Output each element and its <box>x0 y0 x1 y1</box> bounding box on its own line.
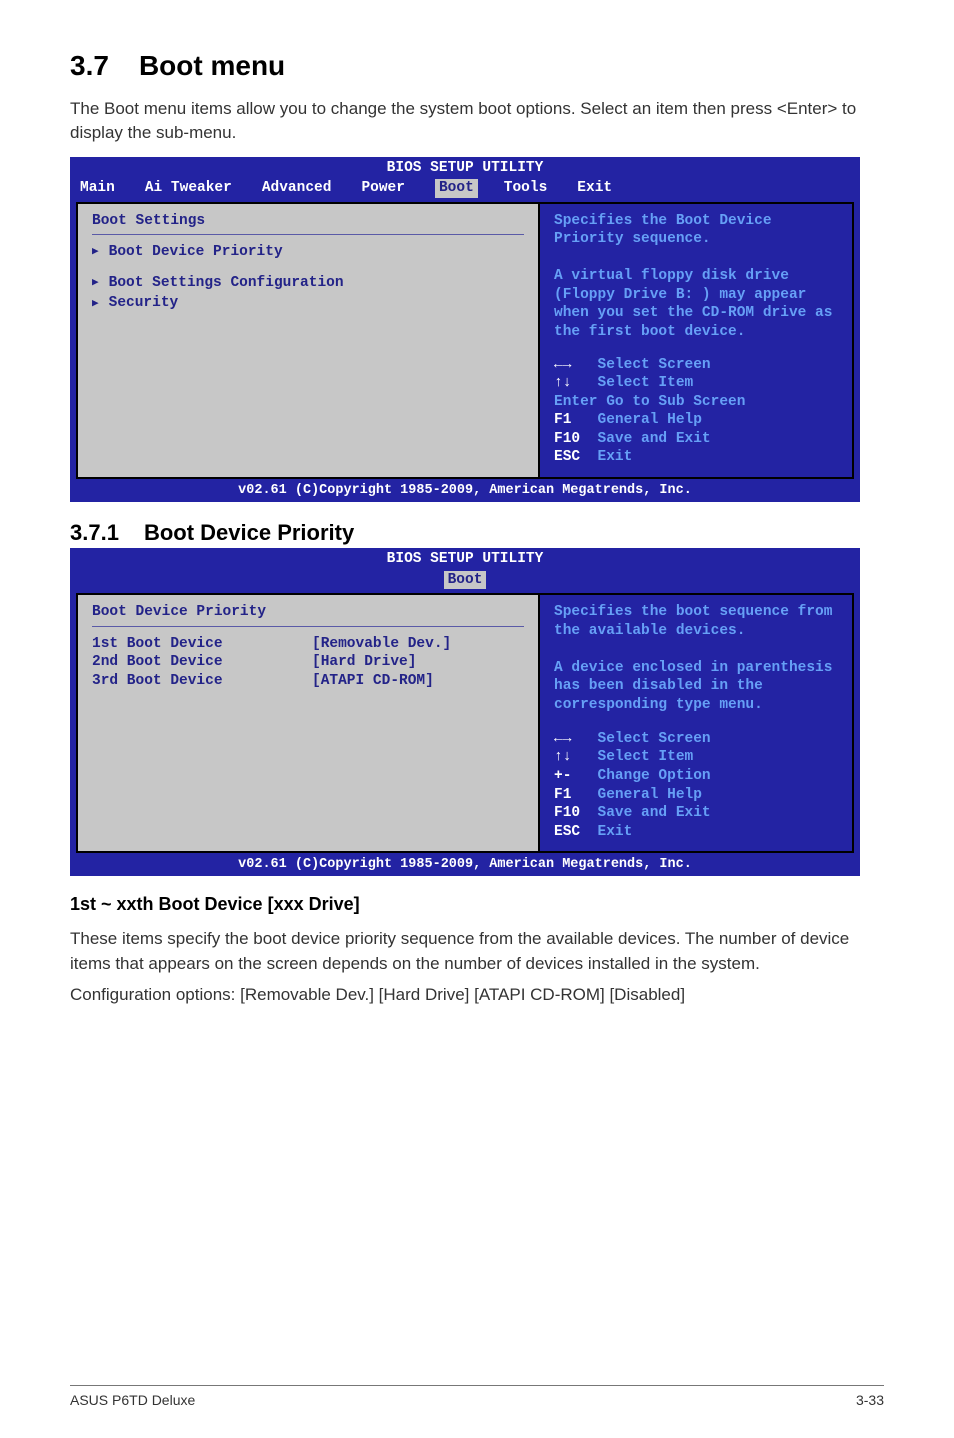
subsection-number: 3.7.1 <box>70 520 119 546</box>
body-paragraph-2: Configuration options: [Removable Dev.] … <box>70 983 884 1008</box>
bios-menubar: Boot <box>70 569 860 594</box>
panel-title: Boot Device Priority <box>92 603 524 622</box>
legend-select-item: Select Item <box>598 749 694 765</box>
setting-label: 1st Boot Device <box>92 635 312 654</box>
help-text: Specifies the boot sequence from the ava… <box>554 603 842 716</box>
setting-label: 2nd Boot Device <box>92 653 312 672</box>
menu-item-label: Boot Device Priority <box>109 243 283 262</box>
help-text: Specifies the Boot Device Priority seque… <box>554 212 842 342</box>
setting-2nd-boot-device[interactable]: 2nd Boot Device [Hard Drive] <box>92 653 524 672</box>
bios-menubar: Main Ai Tweaker Advanced Power Boot Tool… <box>70 177 860 202</box>
section-title: Boot menu <box>139 50 285 81</box>
footer-product: ASUS P6TD Deluxe <box>70 1392 195 1408</box>
bios-title: BIOS SETUP UTILITY <box>70 157 860 178</box>
body-paragraph-1: These items specify the boot device prio… <box>70 927 884 976</box>
setting-value: [Removable Dev.] <box>312 635 451 654</box>
legend-select-item: Select Item <box>598 375 694 391</box>
footer-page-number: 3-33 <box>856 1392 884 1408</box>
updown-icon: ↑↓ <box>554 749 598 765</box>
tab-boot[interactable]: Boot <box>444 571 487 590</box>
bios-left-panel: Boot Settings ▶ Boot Device Priority ▶ B… <box>76 202 538 479</box>
f1-key: F1 <box>554 412 571 428</box>
legend-general-help: General Help <box>598 412 702 428</box>
bios-copyright: v02.61 (C)Copyright 1985-2009, American … <box>70 853 860 876</box>
updown-icon: ↑↓ <box>554 375 598 391</box>
panel-title: Boot Settings <box>92 212 524 231</box>
intro-text: The Boot menu items allow you to change … <box>70 97 884 145</box>
menu-item-label: Boot Settings Configuration <box>109 274 344 293</box>
menu-item-security[interactable]: ▶ Security <box>92 294 524 313</box>
setting-3rd-boot-device[interactable]: 3rd Boot Device [ATAPI CD-ROM] <box>92 672 524 691</box>
page-heading: 3.7 Boot menu <box>70 50 884 82</box>
legend-exit: Exit <box>598 449 633 465</box>
triangle-icon: ▶ <box>92 276 99 290</box>
tab-main[interactable]: Main <box>80 179 115 198</box>
bios-left-panel: Boot Device Priority 1st Boot Device [Re… <box>76 593 538 853</box>
esc-key: ESC <box>554 449 580 465</box>
legend-general-help: General Help <box>598 787 702 803</box>
esc-key: ESC <box>554 824 580 840</box>
triangle-icon: ▶ <box>92 297 99 311</box>
setting-1st-boot-device[interactable]: 1st Boot Device [Removable Dev.] <box>92 635 524 654</box>
f10-key: F10 <box>554 805 580 821</box>
legend-save-exit: Save and Exit <box>598 431 711 447</box>
legend-save-exit: Save and Exit <box>598 805 711 821</box>
subsection-heading: 3.7.1 Boot Device Priority <box>70 520 884 546</box>
divider <box>92 234 524 235</box>
setting-label: 3rd Boot Device <box>92 672 312 691</box>
legend-select-screen: Select Screen <box>598 731 711 747</box>
bios-copyright: v02.61 (C)Copyright 1985-2009, American … <box>70 479 860 502</box>
arrows-icon: ←→ <box>554 357 598 373</box>
arrows-icon: ←→ <box>554 731 598 747</box>
f1-key: F1 <box>554 787 571 803</box>
tab-ai-tweaker[interactable]: Ai Tweaker <box>145 179 232 198</box>
config-heading: 1st ~ xxth Boot Device [xxx Drive] <box>70 894 884 915</box>
legend-select-screen: Select Screen <box>598 357 711 373</box>
setting-value: [ATAPI CD-ROM] <box>312 672 434 691</box>
tab-tools[interactable]: Tools <box>504 179 548 198</box>
bios-screen-boot-device-priority: BIOS SETUP UTILITY Boot Boot Device Prio… <box>70 548 860 876</box>
tab-boot[interactable]: Boot <box>435 179 478 198</box>
legend-change-option: Change Option <box>598 768 711 784</box>
tab-power[interactable]: Power <box>361 179 405 198</box>
tab-advanced[interactable]: Advanced <box>262 179 332 198</box>
menu-item-label: Security <box>109 294 179 313</box>
bios-right-panel: Specifies the boot sequence from the ava… <box>538 593 854 853</box>
subsection-title: Boot Device Priority <box>144 520 354 545</box>
legend-enter-sub: Enter Go to Sub Screen <box>554 394 745 410</box>
tab-exit[interactable]: Exit <box>577 179 612 198</box>
menu-item-boot-settings-configuration[interactable]: ▶ Boot Settings Configuration <box>92 274 524 293</box>
page-footer: ASUS P6TD Deluxe 3-33 <box>70 1385 884 1408</box>
setting-value: [Hard Drive] <box>312 653 416 672</box>
section-number: 3.7 <box>70 50 109 82</box>
legend: ←→ Select Screen ↑↓ Select Item +- Chang… <box>554 730 842 841</box>
plusminus-key: +- <box>554 768 571 784</box>
bios-screen-boot-settings: BIOS SETUP UTILITY Main Ai Tweaker Advan… <box>70 157 860 502</box>
menu-item-boot-device-priority[interactable]: ▶ Boot Device Priority <box>92 243 524 262</box>
f10-key: F10 <box>554 431 580 447</box>
bios-title: BIOS SETUP UTILITY <box>70 548 860 569</box>
divider <box>92 626 524 627</box>
legend-exit: Exit <box>598 824 633 840</box>
bios-right-panel: Specifies the Boot Device Priority seque… <box>538 202 854 479</box>
legend: ←→ Select Screen ↑↓ Select Item Enter Go… <box>554 356 842 467</box>
triangle-icon: ▶ <box>92 245 99 259</box>
